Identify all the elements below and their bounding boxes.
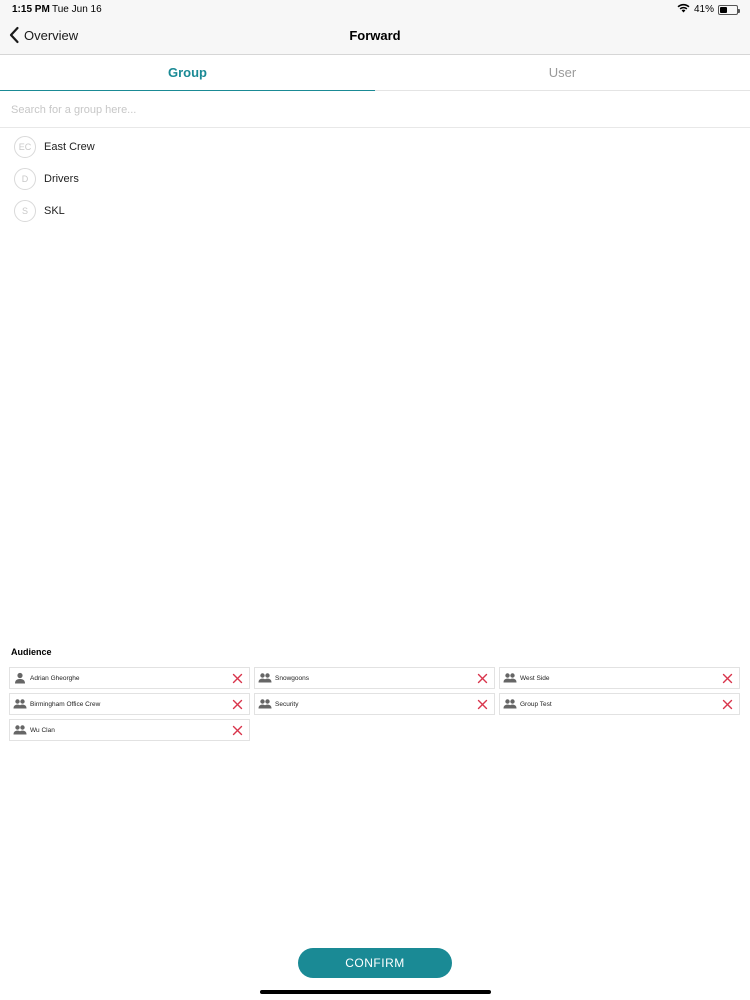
tab-group[interactable]: Group [0, 55, 375, 91]
remove-icon[interactable] [722, 673, 733, 684]
audience-chip-birmingham-office-crew: Birmingham Office Crew [9, 693, 250, 715]
group-avatar: D [14, 168, 36, 190]
battery-icon [718, 4, 740, 15]
audience-chip-label: Snowgoons [275, 674, 309, 682]
audience-chip-adrian-gheorghe: Adrian Gheorghe [9, 667, 250, 689]
group-icon [13, 723, 27, 737]
group-item-east-crew[interactable]: EC East Crew [14, 131, 314, 163]
group-icon [258, 697, 272, 711]
remove-icon[interactable] [232, 725, 243, 736]
audience-chip-label: Security [275, 700, 299, 708]
audience-chip-west-side: West Side [499, 667, 740, 689]
wifi-icon [677, 3, 690, 16]
audience-list: Adrian Gheorghe Snowgoons West Side Birm… [9, 667, 741, 741]
confirm-button[interactable]: CONFIRM [298, 948, 452, 978]
audience-chip-label: West Side [520, 674, 550, 682]
group-item-drivers[interactable]: D Drivers [14, 163, 314, 195]
group-icon [503, 671, 517, 685]
tab-bar: Group User [0, 55, 750, 91]
person-icon [13, 671, 27, 685]
group-icon [503, 697, 517, 711]
audience-chip-group-test: Group Test [499, 693, 740, 715]
tab-user[interactable]: User [375, 55, 750, 90]
audience-chip-label: Birmingham Office Crew [30, 700, 101, 708]
page-title: Forward [349, 28, 401, 43]
group-icon [13, 697, 27, 711]
audience-chip-wu-clan: Wu Clan [9, 719, 250, 741]
status-time: 1:15 PM [12, 4, 50, 15]
audience-chip-label: Wu Clan [30, 726, 55, 734]
group-list: EC East Crew D Drivers S SKL [14, 131, 314, 227]
group-name: SKL [44, 205, 65, 217]
remove-icon[interactable] [477, 673, 488, 684]
audience-chip-label: Adrian Gheorghe [30, 674, 80, 682]
battery-fill [720, 6, 727, 13]
search-bar [0, 92, 750, 128]
status-bar: 1:15 PM Tue Jun 16 41% [0, 0, 750, 18]
group-avatar: S [14, 200, 36, 222]
audience-title: Audience [11, 647, 52, 657]
audience-chip-security: Security [254, 693, 495, 715]
battery-percent: 41% [693, 4, 714, 15]
navigation-bar: Overview Forward [0, 18, 750, 55]
remove-icon[interactable] [232, 673, 243, 684]
home-indicator [260, 990, 491, 994]
group-name: Drivers [44, 173, 79, 185]
group-avatar: EC [14, 136, 36, 158]
audience-chip-label: Group Test [520, 700, 552, 708]
group-name: East Crew [44, 141, 95, 153]
remove-icon[interactable] [722, 699, 733, 710]
remove-icon[interactable] [477, 699, 488, 710]
search-input[interactable] [0, 92, 750, 127]
remove-icon[interactable] [232, 699, 243, 710]
group-item-skl[interactable]: S SKL [14, 195, 314, 227]
group-icon [258, 671, 272, 685]
status-right: 41% [677, 3, 740, 16]
audience-chip-snowgoons: Snowgoons [254, 667, 495, 689]
status-date: Tue Jun 16 [52, 4, 102, 15]
